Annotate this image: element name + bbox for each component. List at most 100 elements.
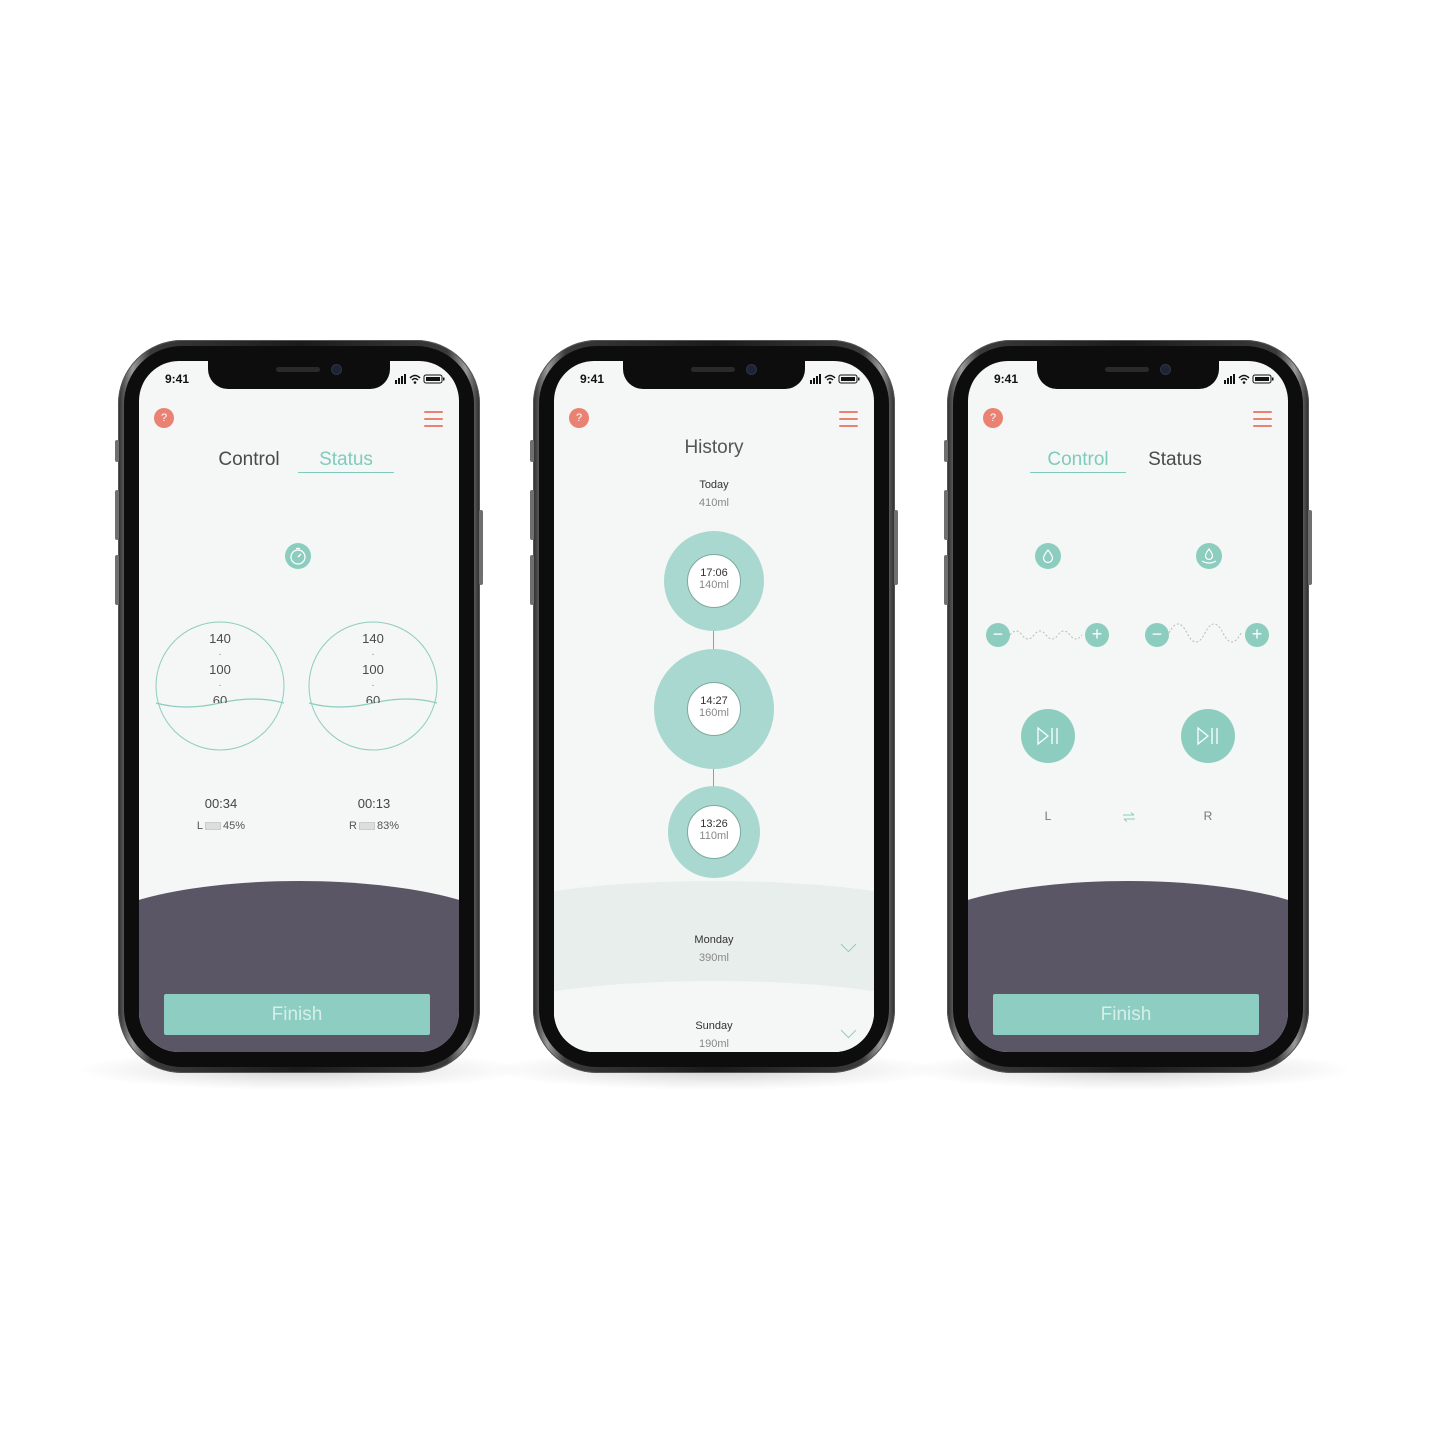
finish-button[interactable]: Finish: [164, 994, 430, 1035]
help-button[interactable]: ?: [569, 408, 589, 428]
tab-control[interactable]: Control: [1030, 449, 1126, 473]
tab-bar: Control Status: [968, 449, 1288, 479]
play-pause-icon: [1037, 726, 1058, 746]
battery-icon: [205, 822, 222, 831]
phone-status: 9:41 ? Control Status 140 - 100 - 60 140: [115, 340, 483, 1073]
droplet-icon[interactable]: [1035, 543, 1061, 569]
day-label: Today: [699, 479, 729, 491]
gauge-value: 100: [209, 662, 231, 677]
play-pause-button-right[interactable]: [1181, 709, 1235, 763]
wave-icon: [1010, 630, 1083, 640]
status-time: 9:41: [165, 372, 190, 386]
gauge-tick: -: [371, 649, 375, 659]
status-icons: [810, 374, 860, 384]
signal-icon: [810, 374, 821, 384]
gauge-value: 100: [362, 662, 384, 677]
session-core: 14:27 160ml: [687, 682, 741, 736]
side-button: [894, 510, 898, 585]
status-screen: 9:41 ? Control Status 140 - 100 - 60 140: [139, 361, 459, 1052]
wifi-icon: [409, 374, 421, 384]
session-bubble[interactable]: 14:27 160ml: [654, 649, 774, 769]
speaker: [691, 367, 735, 372]
side-button: [944, 490, 948, 540]
session-amount: 140ml: [699, 579, 729, 591]
notch: [623, 361, 805, 389]
camera: [332, 365, 341, 374]
wifi-icon: [824, 374, 836, 384]
gauge-value: 60: [212, 693, 228, 703]
battery-icon: [423, 374, 445, 384]
increase-button[interactable]: +: [1085, 623, 1109, 647]
side-button: [115, 440, 119, 462]
side-button: [530, 490, 534, 540]
play-pause-button-left[interactable]: [1021, 709, 1075, 763]
control-screen: 9:41 ? Control Status − + − + L R Finish: [968, 361, 1288, 1052]
help-icon: ?: [989, 412, 997, 424]
menu-icon: [1253, 411, 1272, 413]
wave-icon: [1169, 623, 1242, 643]
session-core: 17:06 140ml: [687, 554, 741, 608]
signal-icon: [1224, 374, 1235, 384]
finish-button[interactable]: Finish: [993, 994, 1259, 1035]
session-amount: 110ml: [699, 830, 729, 842]
history-screen: 9:41 ? History Today 410ml 17:06 140ml 1…: [554, 361, 874, 1052]
swap-icon[interactable]: [1121, 811, 1137, 823]
left-label: L: [1044, 809, 1052, 823]
day-amount: 410ml: [699, 497, 729, 509]
help-icon: ?: [160, 412, 168, 424]
session-time: 17:06: [700, 567, 728, 579]
battery-left: L 45%: [176, 820, 266, 832]
menu-icon: [424, 411, 443, 413]
menu-button[interactable]: [424, 411, 443, 427]
phone-control: 9:41 ? Control Status − + − + L R Finish: [944, 340, 1312, 1073]
side-button: [944, 440, 948, 462]
gauge-tick: -: [218, 680, 222, 690]
increase-button[interactable]: +: [1245, 623, 1269, 647]
gauge-right: 140 - 100 - 60: [308, 621, 438, 751]
gauge-tick: -: [218, 649, 222, 659]
right-label: R: [1203, 809, 1213, 823]
page-title: History: [684, 437, 744, 458]
tab-control[interactable]: Control: [201, 449, 297, 471]
menu-button[interactable]: [1253, 411, 1272, 427]
side-button: [115, 555, 119, 605]
menu-icon: [839, 411, 858, 413]
help-button[interactable]: ?: [154, 408, 174, 428]
decrease-button[interactable]: −: [1145, 623, 1169, 647]
wifi-icon: [1238, 374, 1250, 384]
menu-button[interactable]: [839, 411, 858, 427]
session-bubble[interactable]: 17:06 140ml: [664, 531, 764, 631]
notch: [1037, 361, 1219, 389]
status-time: 9:41: [580, 372, 605, 386]
status-icons: [395, 374, 445, 384]
session-core: 13:26 110ml: [687, 805, 741, 859]
side-label: L: [196, 820, 204, 832]
gauge-left: 140 - 100 - 60: [155, 621, 285, 751]
status-icons: [1224, 374, 1274, 384]
side-button: [115, 490, 119, 540]
help-icon: ?: [575, 412, 583, 424]
help-button[interactable]: ?: [983, 408, 1003, 428]
day-label: Monday: [694, 934, 734, 946]
decrease-button[interactable]: −: [986, 623, 1010, 647]
side-button: [479, 510, 483, 585]
phone-history: 9:41 ? History Today 410ml 17:06 140ml 1…: [530, 340, 898, 1073]
side-button: [530, 440, 534, 462]
battery-icon: [838, 374, 860, 384]
gauge-value: 60: [365, 693, 381, 703]
status-time: 9:41: [994, 372, 1019, 386]
battery-level: 45%: [223, 820, 246, 832]
session-bubble[interactable]: 13:26 110ml: [668, 786, 760, 878]
side-button: [530, 555, 534, 605]
tab-status[interactable]: Status: [298, 449, 394, 473]
day-amount: 390ml: [699, 952, 729, 964]
day-amount: 190ml: [699, 1038, 729, 1050]
droplet-wave-icon[interactable]: [1196, 543, 1222, 569]
battery-level: 83%: [376, 820, 399, 832]
stopwatch-icon[interactable]: [285, 543, 311, 569]
side-button: [944, 555, 948, 605]
battery-icon: [358, 822, 375, 831]
tab-status[interactable]: Status: [1127, 449, 1223, 471]
signal-icon: [395, 374, 406, 384]
battery-icon: [1252, 374, 1274, 384]
